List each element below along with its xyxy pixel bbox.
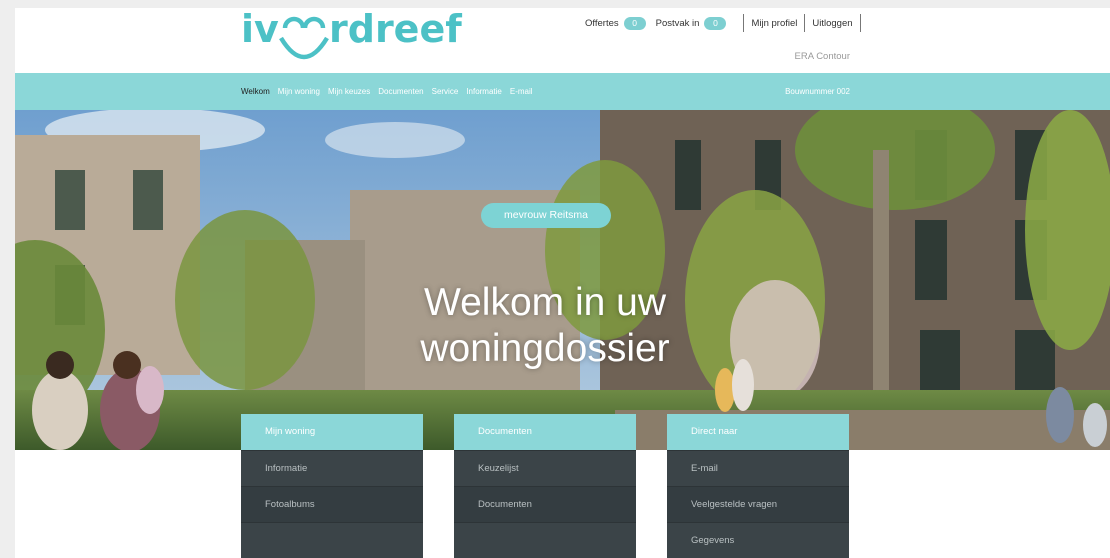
top-links: Offertes 0 Postvak in 0 Mijn profiel Uit…	[585, 12, 868, 34]
card-link-veelgestelde-vragen[interactable]: Veelgestelde vragen	[667, 486, 849, 522]
postvak-label: Postvak in	[655, 17, 700, 29]
card-link-documenten[interactable]: Documenten	[454, 486, 636, 522]
header: iv rdreef Offertes 0 Postvak in 0 Mijn p…	[15, 8, 1110, 73]
card-link-informatie[interactable]: Informatie	[241, 450, 423, 486]
card-link-fotoalbums[interactable]: Fotoalbums	[241, 486, 423, 522]
svg-text:rdreef: rdreef	[329, 8, 462, 51]
card-title[interactable]: Documenten	[454, 414, 636, 450]
hero-banner: mevrouw Reitsma Welkom in uw woningdossi…	[15, 110, 1110, 450]
hero-title-line2: woningdossier	[420, 327, 670, 370]
card-title[interactable]: Mijn woning	[241, 414, 423, 450]
card-mijn-woning: Mijn woning Informatie Fotoalbums	[241, 414, 423, 558]
page: iv rdreef Offertes 0 Postvak in 0 Mijn p…	[15, 8, 1110, 558]
card-link-gegevens[interactable]: Gegevens	[667, 522, 849, 558]
hero-title-line1: Welkom in uw	[423, 281, 667, 324]
card-title[interactable]: Direct naar	[667, 414, 849, 450]
ivoordreef-logo[interactable]: iv rdreef	[241, 8, 471, 68]
postvak-count-badge: 0	[704, 16, 727, 30]
postvak-link[interactable]: Postvak in 0	[655, 16, 737, 30]
svg-text:iv: iv	[241, 8, 279, 51]
card-link-keuzelijst[interactable]: Keuzelijst	[454, 450, 636, 486]
divider	[859, 14, 861, 32]
nav-item-service[interactable]: Service	[432, 87, 459, 96]
card-empty-row	[454, 522, 636, 558]
nav-item-email[interactable]: E-mail	[510, 87, 533, 96]
card-direct-naar: Direct naar E-mail Veelgestelde vragen G…	[667, 414, 849, 558]
card-empty-row	[241, 522, 423, 558]
card-link-email[interactable]: E-mail	[667, 450, 849, 486]
logout-link[interactable]: Uitloggen	[812, 18, 852, 29]
nav-item-informatie[interactable]: Informatie	[466, 87, 502, 96]
card-documenten: Documenten Keuzelijst Documenten	[454, 414, 636, 558]
divider	[743, 14, 745, 32]
user-name-pill: mevrouw Reitsma	[481, 203, 611, 228]
offertes-count-badge: 0	[623, 16, 646, 30]
nav-item-documenten[interactable]: Documenten	[378, 87, 423, 96]
project-name: ERA Contour	[794, 51, 850, 62]
offertes-label: Offertes	[585, 17, 619, 29]
offertes-link[interactable]: Offertes 0	[585, 16, 656, 30]
profile-link[interactable]: Mijn profiel	[751, 18, 797, 29]
main-nav: Welkom Mijn woning Mijn keuzes Documente…	[15, 73, 1110, 110]
nav-item-mijn-keuzes[interactable]: Mijn keuzes	[328, 87, 370, 96]
divider	[804, 14, 806, 32]
nav-item-welkom[interactable]: Welkom	[241, 87, 270, 96]
nav-items: Welkom Mijn woning Mijn keuzes Documente…	[241, 73, 541, 110]
bouwnummer: Bouwnummer 002	[785, 87, 850, 96]
hero-title: Welkom in uw woningdossier	[395, 280, 695, 372]
nav-item-mijn-woning[interactable]: Mijn woning	[278, 87, 320, 96]
